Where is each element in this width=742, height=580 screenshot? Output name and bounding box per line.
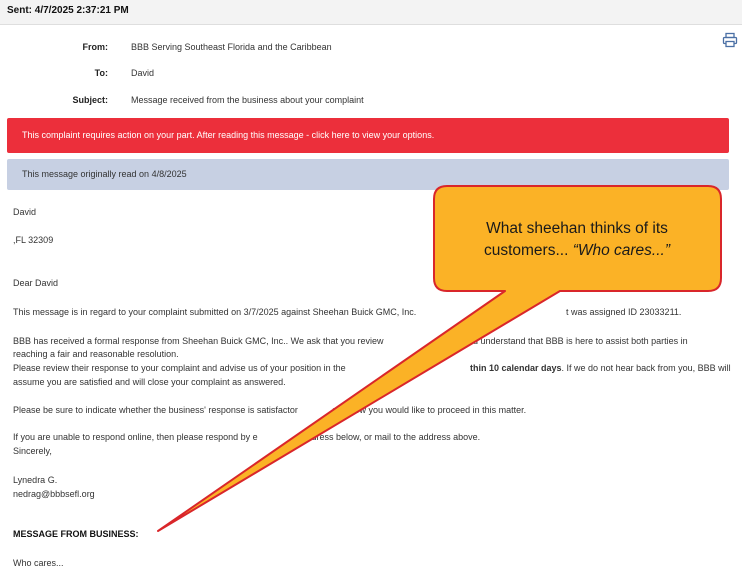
callout-shape	[157, 185, 722, 532]
callout-quote: “Who cares...”	[572, 242, 671, 259]
callout-text: What sheehan thinks of its customers... …	[434, 218, 720, 262]
callout-line-1: What sheehan thinks of its	[486, 220, 668, 237]
callout-line-2-prefix: customers...	[483, 242, 573, 259]
callout-line-2: customers... “Who cares...”	[434, 240, 720, 262]
